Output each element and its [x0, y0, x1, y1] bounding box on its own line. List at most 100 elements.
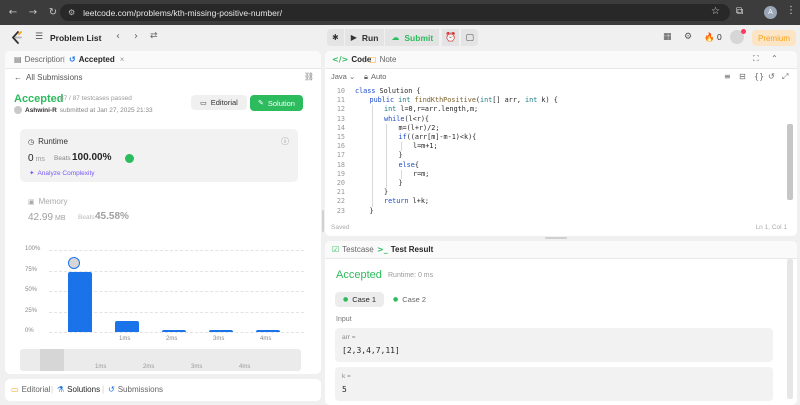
code-line[interactable]: 11 public int findKthPositive(int[] arr, … — [325, 96, 795, 105]
solution-button[interactable]: ✎ Solution — [250, 95, 303, 111]
maximize-icon[interactable]: ⛶ — [753, 54, 759, 64]
x-tick-label: 2ms — [166, 336, 178, 342]
code-line[interactable]: 16 l=m+1; — [325, 142, 795, 152]
back-icon[interactable]: ← — [6, 6, 20, 20]
case-1-tab[interactable]: ● Case 1 — [335, 292, 385, 307]
close-tab-icon[interactable]: × — [120, 55, 125, 64]
share-link-icon[interactable]: ⛓ — [304, 72, 314, 81]
histogram-bar[interactable] — [162, 329, 186, 332]
code-line[interactable]: 22 return l+k; — [325, 197, 795, 207]
code-line[interactable]: 21} — [325, 188, 795, 198]
bottom-tab-editorial[interactable]: ▭ Editorial — [11, 385, 50, 394]
bottom-tab-submissions[interactable]: ↺ Submissions — [108, 385, 163, 394]
x-tick-label: 4ms — [260, 336, 272, 342]
code-editor[interactable]: 10 class Solution {11 public int findKthPo… — [325, 87, 795, 215]
memory-title[interactable]: ▣ Memory — [28, 197, 68, 206]
testcases-passed: 87 / 87 testcases passed — [60, 95, 132, 102]
extensions-icon[interactable]: ⧉ — [736, 6, 743, 17]
tab-code[interactable]: </> Code — [332, 55, 371, 64]
problem-list-link[interactable]: Problem List — [50, 33, 101, 43]
next-problem-icon[interactable]: › — [134, 31, 138, 42]
code-line[interactable]: 12 int l=0,r=arr.length,m; — [325, 105, 795, 115]
histogram-bar[interactable] — [68, 272, 92, 332]
shuffle-icon[interactable]: ⇄ — [150, 31, 158, 41]
code-line[interactable]: 17} — [325, 151, 795, 161]
collapse-icon[interactable]: ⌃ — [771, 54, 778, 63]
case-2-tab[interactable]: ● Case 2 — [385, 292, 434, 307]
code-text: } — [398, 179, 403, 187]
runtime-card[interactable]: ◷ Runtime ⓘ 0 ms Beats 100.00% ✦ Analyze Co… — [20, 129, 298, 182]
fullscreen-icon[interactable]: ⤢ — [782, 72, 788, 82]
line-number: 17 — [336, 151, 345, 160]
code-line[interactable]: 13 while(l<r){ — [325, 114, 795, 124]
code-line[interactable]: 10 class Solution { — [325, 87, 795, 96]
bottom-tab-solutions[interactable]: ⚗ Solutions — [57, 385, 100, 394]
reset-icon[interactable]: ↺ — [768, 72, 775, 81]
indent-guide — [386, 123, 387, 133]
all-submissions-link[interactable]: ← All Submissions — [14, 73, 82, 82]
tab-test-result[interactable]: >_ Test Result — [377, 245, 433, 254]
premium-button[interactable]: Premium — [752, 30, 796, 46]
run-button[interactable]: ▶ Run — [344, 29, 386, 46]
result-scrollbar[interactable] — [787, 259, 793, 399]
code-line[interactable]: 15 if((arr[m]-m-1)<k){ — [325, 133, 795, 143]
indent-guide — [371, 123, 373, 133]
streak-counter[interactable]: 🔥 0 — [704, 32, 722, 43]
tab-testcase-label: Testcase — [342, 245, 374, 254]
chart-range-slider[interactable]: 1ms 2ms 3ms 4ms — [20, 349, 301, 371]
prev-problem-icon[interactable]: ‹ — [116, 31, 120, 42]
code-line[interactable]: 20} — [325, 179, 795, 189]
editor-scrollbar[interactable] — [787, 124, 793, 200]
histogram-bar[interactable] — [115, 321, 139, 332]
analyze-complexity-link[interactable]: ✦ Analyze Complexity — [29, 169, 95, 177]
braces-icon[interactable]: {} — [754, 72, 764, 81]
debug-button[interactable]: ✱ — [327, 29, 345, 46]
language-label: Java — [331, 72, 347, 81]
x-tick-label: 3ms — [213, 336, 225, 342]
histogram-bar[interactable] — [209, 329, 233, 332]
histogram-bar[interactable] — [256, 329, 280, 332]
browser-toolbar: ← → ↻ ⚙ leetcode.com/problems/kth-missin… — [0, 0, 800, 25]
tab-accepted-label: Accepted — [78, 55, 115, 64]
settings-icon[interactable]: ⚙ — [684, 32, 692, 42]
layout-icon[interactable]: ▦ — [663, 32, 672, 42]
horizontal-resize-handle[interactable] — [545, 237, 567, 239]
notes-icon[interactable]: ▢ — [461, 29, 479, 46]
vertical-resize-handle[interactable] — [322, 210, 324, 232]
your-submission-marker[interactable] — [68, 257, 80, 270]
tab-testcase[interactable]: ☑ Testcase — [332, 245, 374, 254]
code-line[interactable]: 14 m=(l+r)/2; — [325, 123, 795, 133]
address-bar[interactable]: ⚙ leetcode.com/problems/kth-missing-posi… — [60, 4, 730, 21]
author-avatar[interactable] — [14, 106, 22, 114]
profile-avatar[interactable]: A — [764, 6, 777, 19]
range-slider-thumb[interactable] — [40, 349, 64, 371]
forward-icon[interactable]: → — [26, 6, 40, 20]
auto-mode[interactable]: 🔒︎ Auto — [364, 72, 386, 82]
tab-accepted[interactable]: ↺ Accepted × — [69, 55, 124, 64]
browser-menu-icon[interactable]: ⋮ — [786, 5, 796, 16]
line-number: 22 — [336, 197, 345, 206]
submit-button[interactable]: ☁ Submit — [385, 29, 441, 46]
tab-note[interactable]: ▢ Note — [369, 55, 396, 64]
result-status: Accepted — [336, 269, 382, 281]
site-info-icon[interactable]: ⚙ — [68, 8, 75, 17]
input-arr-name: arr = — [342, 334, 356, 341]
bookmark-icon[interactable]: ⊟ — [739, 72, 746, 81]
leetcode-logo-icon[interactable] — [11, 31, 23, 44]
author-name[interactable]: Ashwini-R — [25, 107, 57, 114]
code-line[interactable]: 19 r=m; — [325, 169, 795, 179]
editorial-button[interactable]: ▭ Editorial — [191, 95, 247, 110]
list-icon[interactable]: ☰ — [35, 32, 43, 42]
bookmark-star-icon[interactable]: ☆ — [711, 6, 720, 17]
format-icon[interactable]: ≡ — [724, 72, 731, 81]
info-icon[interactable]: ⓘ — [281, 136, 289, 147]
language-select[interactable]: Java ⌄ — [331, 72, 355, 81]
tab-divider: | — [51, 385, 54, 394]
tab-description[interactable]: ▤ Description — [14, 55, 65, 64]
code-line[interactable]: 23} — [325, 207, 795, 216]
runtime-beats-label: Beats — [54, 155, 71, 162]
timer-icon[interactable]: ⏰ — [442, 29, 460, 46]
memory-chip-icon: ▣ — [28, 197, 35, 206]
code-line[interactable]: 18 else{ — [325, 160, 795, 170]
reload-icon[interactable]: ↻ — [46, 6, 60, 20]
